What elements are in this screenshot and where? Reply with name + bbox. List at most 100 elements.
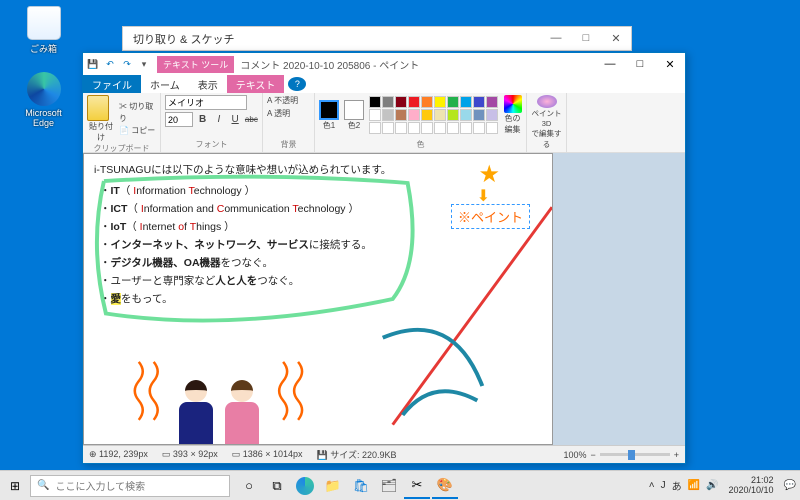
tab-home[interactable]: ホーム (141, 75, 189, 93)
zoom-in-button[interactable]: + (674, 450, 679, 460)
palette-swatch[interactable] (421, 96, 433, 108)
palette-swatch[interactable] (486, 109, 498, 121)
cut-button[interactable]: ✂ 切り取り (119, 101, 156, 125)
tab-view[interactable]: 表示 (189, 75, 227, 93)
help-button[interactable]: ? (288, 77, 306, 91)
italic-button[interactable]: I (212, 113, 225, 127)
paint-canvas[interactable]: i-TSUNAGUには以下のような意味や想いが込められています。 IT（ Inf… (83, 153, 553, 445)
taskbar-clock[interactable]: 21:022020/10/10 (725, 476, 778, 495)
palette-swatch[interactable] (421, 109, 433, 121)
qat-undo-icon[interactable]: ↶ (103, 57, 117, 71)
palette-swatch[interactable] (447, 96, 459, 108)
color2-swatch[interactable] (344, 100, 364, 120)
bold-button[interactable]: B (196, 113, 209, 127)
palette-swatch[interactable] (434, 122, 446, 134)
tray-ime-mode[interactable]: J (661, 480, 666, 491)
freehand-drawing (84, 154, 552, 444)
palette-swatch[interactable] (408, 109, 420, 121)
tray-overflow-icon[interactable]: ˄ (649, 480, 655, 491)
color-palette[interactable] (369, 96, 498, 134)
palette-swatch[interactable] (486, 96, 498, 108)
color1-swatch[interactable] (319, 100, 339, 120)
palette-swatch[interactable] (395, 122, 407, 134)
snip-close[interactable]: ✕ (601, 32, 631, 45)
font-name-select[interactable] (165, 95, 247, 110)
paint-titlebar[interactable]: 💾 ↶ ↷ ▾ テキスト ツール コメント 2020-10-10 205806 … (83, 53, 685, 75)
palette-swatch[interactable] (447, 122, 459, 134)
palette-swatch[interactable] (460, 109, 472, 121)
people-illustration (164, 359, 294, 444)
palette-swatch[interactable] (408, 122, 420, 134)
paste-button[interactable]: 貼り付け (87, 121, 115, 143)
action-center-icon[interactable]: 💬 (784, 480, 796, 491)
palette-swatch[interactable] (460, 122, 472, 134)
tab-file[interactable]: ファイル (83, 75, 141, 93)
taskbar: ⊞ 🔍 ここに入力して検索 ○ ⧉ 📁 🛍 🗂 ✂ 🎨 ˄ J あ 📶 🔊 21… (0, 470, 800, 500)
underline-button[interactable]: U (229, 113, 242, 127)
tb-snip-icon[interactable]: ✂ (404, 473, 430, 499)
zoom-slider[interactable] (600, 453, 670, 456)
status-canvas-size: ▭ 1386 × 1014px (232, 449, 303, 460)
palette-swatch[interactable] (395, 109, 407, 121)
ribbon-tabs: ファイル ホーム 表示 テキスト ? (83, 75, 685, 93)
bg-group-label: 背景 (267, 139, 310, 150)
strike-button[interactable]: abc (245, 113, 258, 127)
snip-min[interactable]: — (541, 32, 571, 45)
palette-swatch[interactable] (434, 96, 446, 108)
font-size-select[interactable] (165, 112, 193, 127)
palette-swatch[interactable] (408, 96, 420, 108)
color1-label: 色1 (319, 120, 339, 131)
ribbon: 貼り付け ✂ 切り取り 📄 コピー クリップボード B I U abc フォント (83, 93, 685, 153)
palette-swatch[interactable] (434, 109, 446, 121)
copy-button[interactable]: 📄 コピー (119, 125, 156, 137)
search-placeholder: ここに入力して検索 (55, 478, 145, 493)
tab-text[interactable]: テキスト (227, 75, 285, 93)
snip-sketch-window[interactable]: 切り取り & スケッチ — □ ✕ (122, 26, 632, 51)
edit-colors-label: 色の編集 (503, 113, 522, 135)
window-maximize[interactable]: □ (625, 53, 655, 75)
font-group-label: フォント (165, 139, 258, 150)
taskview-icon[interactable]: ⧉ (264, 473, 290, 499)
palette-swatch[interactable] (473, 96, 485, 108)
palette-swatch[interactable] (382, 96, 394, 108)
palette-swatch[interactable] (460, 96, 472, 108)
tray-ime-hiragana[interactable]: あ (672, 478, 682, 493)
cortana-icon[interactable]: ○ (236, 473, 262, 499)
window-close[interactable]: ✕ (655, 53, 685, 75)
tb-explorer-icon[interactable]: 📁 (320, 473, 346, 499)
tray-volume-icon[interactable]: 🔊 (706, 480, 718, 491)
opaque-button[interactable]: A 不透明 (267, 95, 310, 108)
palette-swatch[interactable] (395, 96, 407, 108)
palette-swatch[interactable] (369, 122, 381, 134)
tb-app1-icon[interactable]: 🗂 (376, 473, 402, 499)
transparent-button[interactable]: A 透明 (267, 108, 310, 121)
palette-swatch[interactable] (473, 109, 485, 121)
window-minimize[interactable]: — (595, 53, 625, 75)
zoom-out-button[interactable]: − (590, 450, 595, 460)
window-title: コメント 2020-10-10 205806 - ペイント (240, 57, 419, 72)
tb-paint-icon[interactable]: 🎨 (432, 473, 458, 499)
tb-store-icon[interactable]: 🛍 (348, 473, 374, 499)
tray-network-icon[interactable]: 📶 (688, 480, 700, 491)
paste-icon[interactable] (87, 95, 109, 121)
palette-swatch[interactable] (369, 96, 381, 108)
palette-swatch[interactable] (382, 109, 394, 121)
desktop-edge[interactable]: Microsoft Edge (16, 72, 71, 128)
palette-swatch[interactable] (421, 122, 433, 134)
palette-swatch[interactable] (473, 122, 485, 134)
start-button[interactable]: ⊞ (0, 479, 30, 493)
paint3d-icon[interactable] (537, 95, 557, 108)
qat-redo-icon[interactable]: ↷ (120, 57, 134, 71)
qat-save-icon[interactable]: 💾 (86, 57, 100, 71)
palette-swatch[interactable] (369, 109, 381, 121)
desktop-recycle-bin[interactable]: ごみ箱 (16, 6, 71, 55)
palette-swatch[interactable] (382, 122, 394, 134)
qat-more-icon[interactable]: ▾ (137, 57, 151, 71)
palette-swatch[interactable] (486, 122, 498, 134)
taskbar-search[interactable]: 🔍 ここに入力して検索 (30, 475, 230, 497)
edit-colors-icon[interactable] (504, 95, 522, 113)
snip-max[interactable]: □ (571, 32, 601, 45)
palette-swatch[interactable] (447, 109, 459, 121)
canvas-workspace: i-TSUNAGUには以下のような意味や想いが込められています。 IT（ Inf… (83, 153, 685, 445)
tb-edge-icon[interactable] (296, 477, 314, 495)
